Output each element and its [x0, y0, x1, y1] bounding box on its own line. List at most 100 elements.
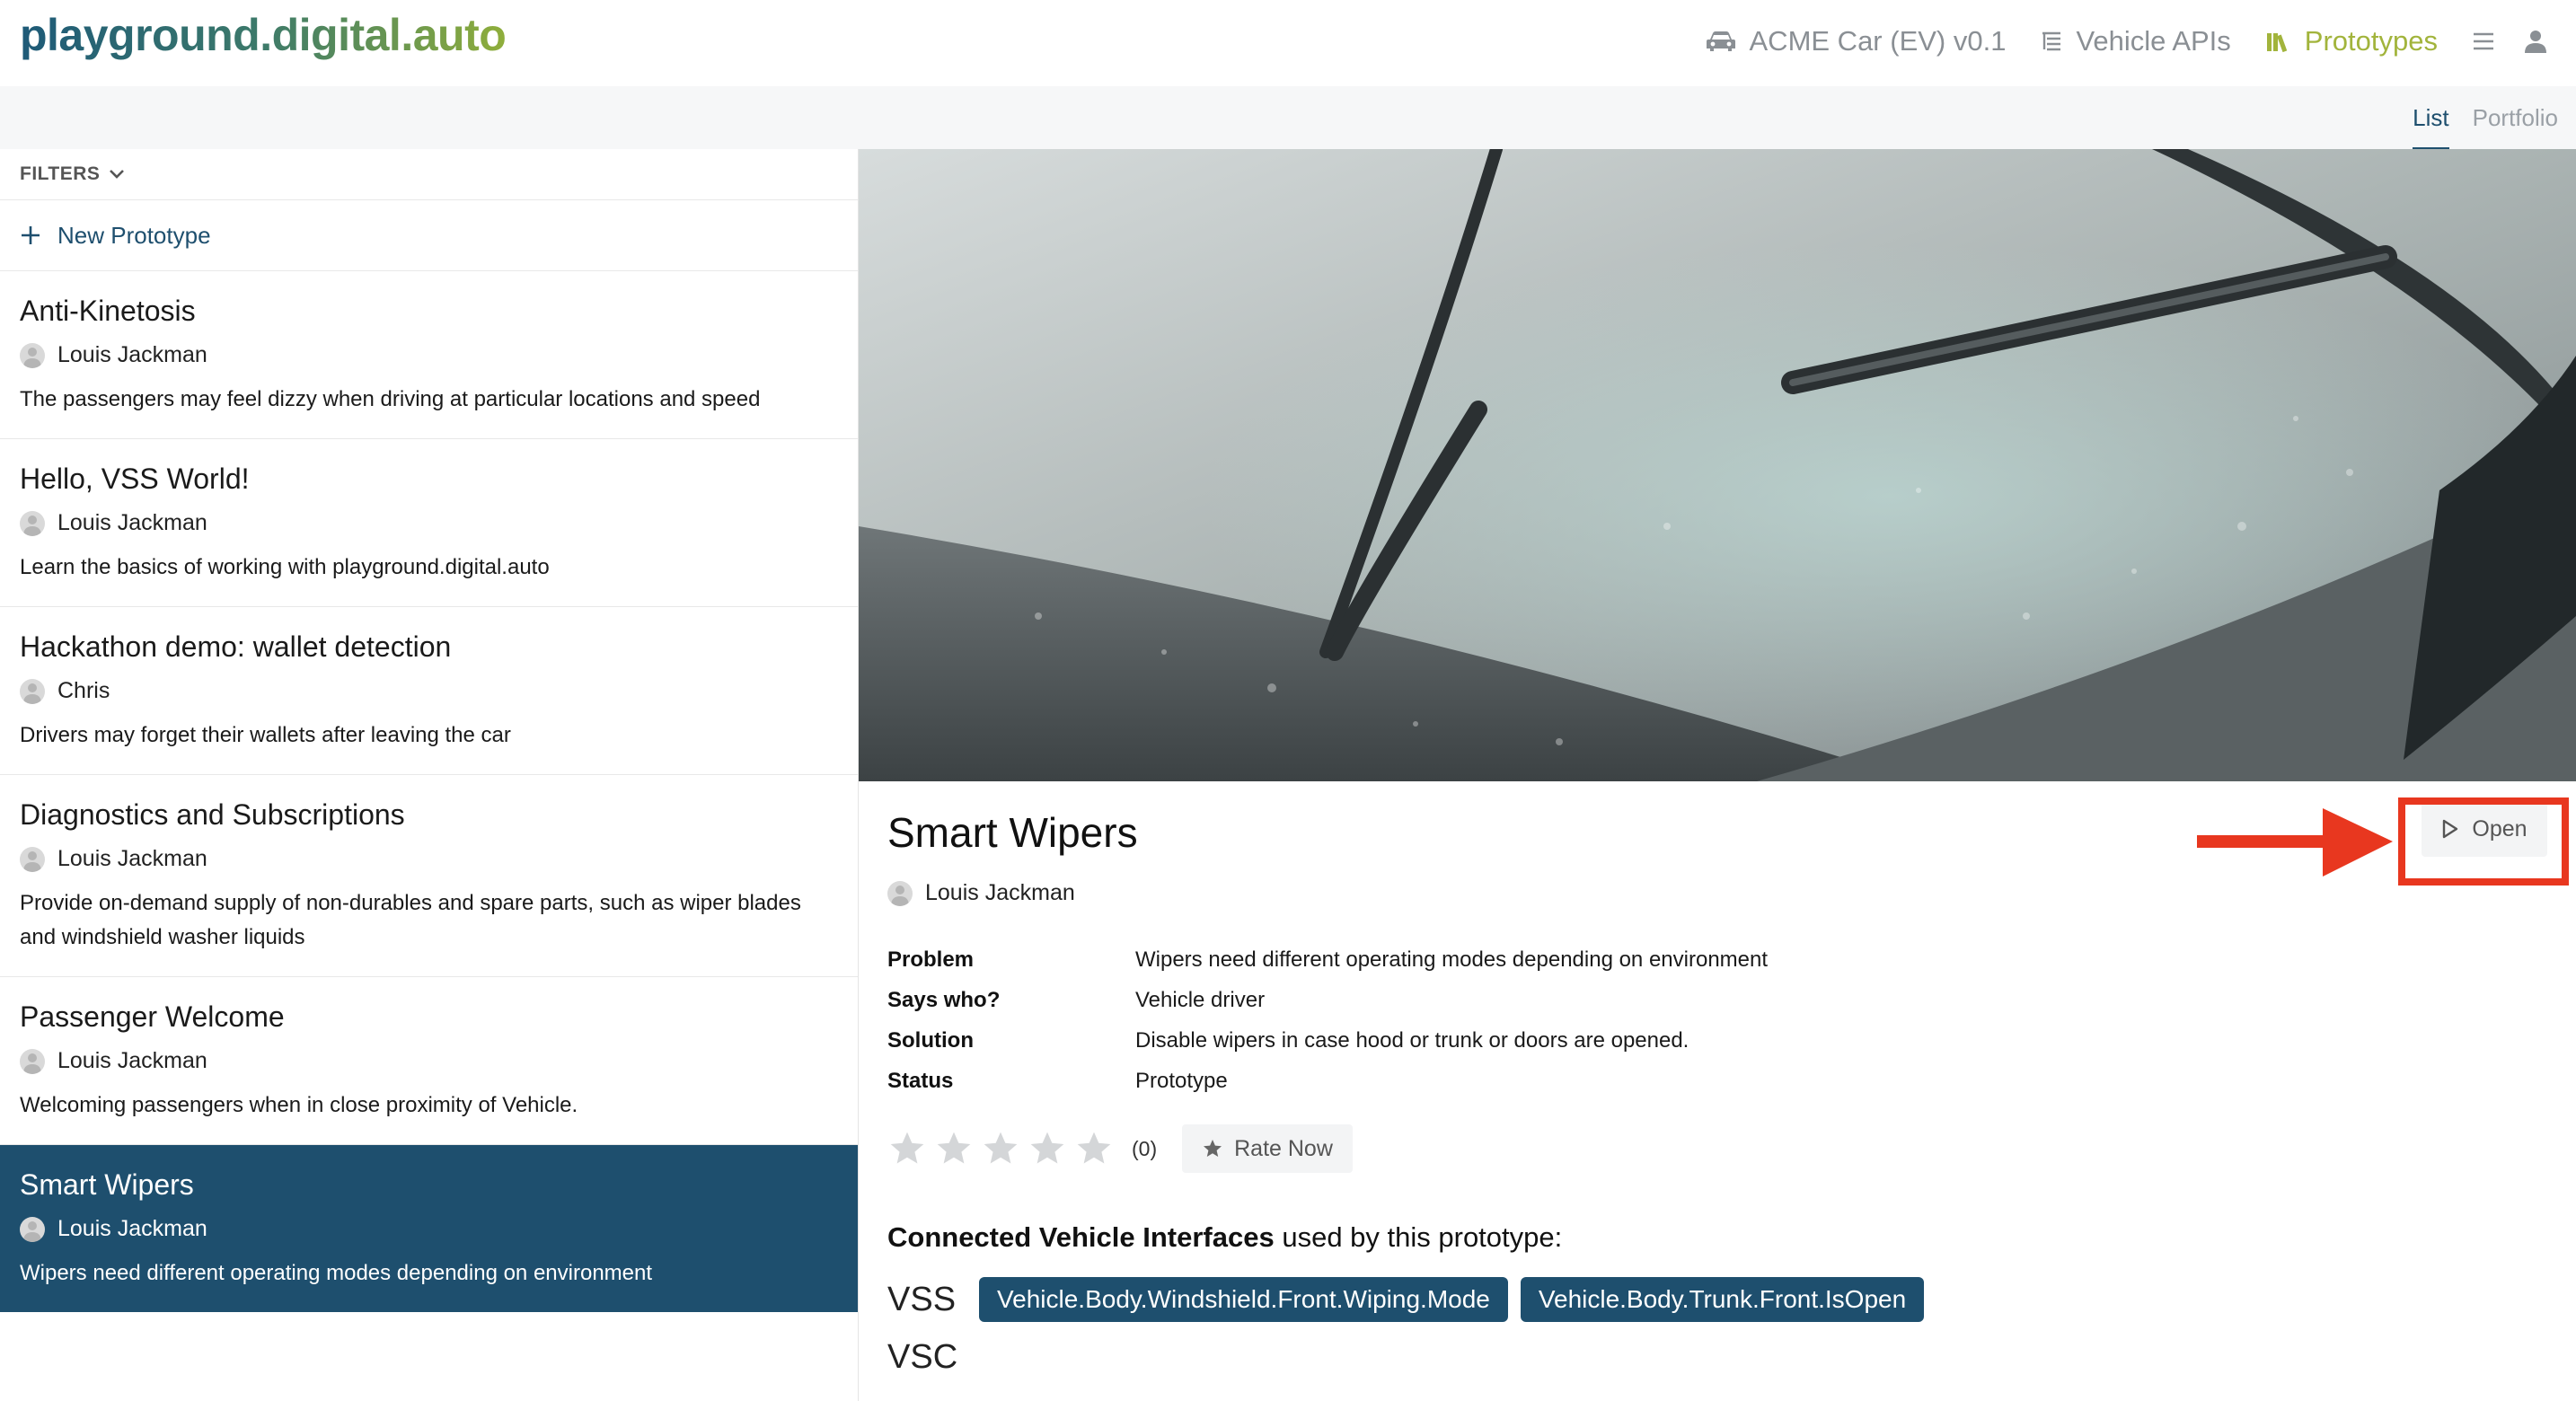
prototype-description: Provide on-demand supply of non-durables…	[20, 891, 801, 949]
avatar-icon	[20, 1048, 45, 1074]
cvi-heading: Connected Vehicle Interfaces used by thi…	[887, 1221, 1562, 1254]
nav-prototypes[interactable]: Prototypes	[2265, 25, 2438, 57]
car-icon	[1705, 29, 1737, 54]
detail-author: Louis Jackman	[887, 880, 1075, 906]
nav-vehicle-apis[interactable]: Vehicle APIs	[2040, 25, 2231, 57]
prototype-list-item[interactable]: Hello, VSS World! Louis Jackman Learn th…	[0, 439, 858, 607]
info-row: Status Prototype	[887, 1061, 1768, 1101]
tab-portfolio[interactable]: Portfolio	[2473, 99, 2558, 137]
site-logo[interactable]: playground.digital.auto	[20, 9, 507, 61]
sub-toolbar	[0, 86, 2576, 149]
nav-model-label: ACME Car (EV) v0.1	[1749, 25, 2007, 57]
nav-model-selector[interactable]: ACME Car (EV) v0.1	[1705, 25, 2007, 57]
new-prototype-button[interactable]: New Prototype	[0, 200, 858, 271]
vsc-label: VSC	[887, 1338, 958, 1376]
star-icon	[1202, 1138, 1223, 1159]
star-icon[interactable]	[1028, 1129, 1067, 1168]
prototype-author: Louis Jackman	[20, 510, 838, 536]
info-value: Vehicle driver	[1135, 987, 1266, 1012]
prototype-list-item[interactable]: Hackathon demo: wallet detection Chris D…	[0, 607, 858, 775]
rate-now-button[interactable]: Rate Now	[1182, 1124, 1353, 1173]
rating-count: (0)	[1132, 1136, 1158, 1160]
star-icon[interactable]	[934, 1129, 974, 1168]
detail-info-table: Problem Wipers need different operating …	[887, 939, 1768, 1101]
prototype-author: Chris	[20, 678, 838, 704]
info-row: Solution Disable wipers in case hood or …	[887, 1020, 1768, 1061]
info-row: Says who? Vehicle driver	[887, 980, 1768, 1020]
star-icon[interactable]	[887, 1129, 927, 1168]
user-icon[interactable]	[2522, 28, 2549, 55]
prototype-description: Learn the basics of working with playgro…	[20, 555, 550, 579]
top-nav: ACME Car (EV) v0.1 Vehicle APIs Prototyp…	[1705, 0, 2576, 83]
info-key: Status	[887, 1068, 954, 1093]
info-key: Says who?	[887, 987, 1001, 1012]
nav-prototypes-label: Prototypes	[2304, 25, 2438, 57]
annotation-arrow-icon	[2197, 808, 2393, 877]
prototype-hero-image	[859, 149, 2576, 781]
prototype-author: Louis Jackman	[20, 1216, 838, 1242]
prototype-description: Wipers need different operating modes de…	[20, 1261, 653, 1285]
prototype-author: Louis Jackman	[20, 846, 838, 872]
cvi-heading-rest: used by this prototype:	[1274, 1221, 1563, 1253]
prototype-author-name: Louis Jackman	[57, 1048, 207, 1073]
prototype-author-name: Louis Jackman	[57, 846, 207, 871]
prototype-list-item[interactable]: Passenger Welcome Louis Jackman Welcomin…	[0, 977, 858, 1145]
prototype-author-name: Louis Jackman	[57, 510, 207, 535]
filters-label: FILTERS	[20, 163, 101, 184]
prototype-title: Hackathon demo: wallet detection	[20, 630, 452, 663]
view-tabs: List Portfolio	[2389, 86, 2558, 150]
info-value: Disable wipers in case hood or trunk or …	[1135, 1027, 1689, 1053]
prototype-author-name: Louis Jackman	[57, 342, 207, 367]
info-row: Problem Wipers need different operating …	[887, 939, 1768, 980]
detail-author-name: Louis Jackman	[925, 880, 1075, 905]
prototype-description: The passengers may feel dizzy when drivi…	[20, 387, 761, 411]
vss-signal-chip[interactable]: Vehicle.Body.Windshield.Front.Wiping.Mod…	[979, 1277, 1508, 1322]
vss-signal-row: VSS Vehicle.Body.Windshield.Front.Wiping…	[887, 1277, 1936, 1322]
avatar-icon	[20, 1216, 45, 1242]
avatar-icon	[20, 678, 45, 704]
menu-icon[interactable]	[2472, 31, 2495, 52]
vsc-signal-row: VSC	[887, 1338, 979, 1377]
info-value: Prototype	[1135, 1068, 1228, 1093]
prototype-description: Drivers may forget their wallets after l…	[20, 723, 511, 747]
prototype-author: Louis Jackman	[20, 1048, 838, 1074]
detail-title: Smart Wipers	[887, 809, 1138, 856]
star-icon[interactable]	[1074, 1129, 1114, 1168]
vss-signal-chip[interactable]: Vehicle.Body.Trunk.Front.IsOpen	[1520, 1277, 1925, 1322]
annotation-highlight-box	[2398, 797, 2569, 886]
avatar-icon	[887, 880, 913, 906]
prototype-author-name: Louis Jackman	[57, 1216, 207, 1241]
prototype-title: Diagnostics and Subscriptions	[20, 798, 405, 831]
plus-icon	[20, 225, 41, 246]
chevron-down-icon	[109, 169, 125, 180]
cvi-heading-bold: Connected Vehicle Interfaces	[887, 1221, 1275, 1253]
prototype-list-item[interactable]: Diagnostics and Subscriptions Louis Jack…	[0, 775, 858, 977]
tree-list-icon	[2040, 30, 2063, 53]
info-value: Wipers need different operating modes de…	[1135, 947, 1769, 972]
windshield-wiper-image	[859, 149, 2576, 781]
library-icon	[2265, 30, 2292, 53]
prototype-author: Louis Jackman	[20, 342, 838, 368]
avatar-icon	[20, 342, 45, 368]
filters-toggle[interactable]: FILTERS	[0, 149, 858, 200]
prototype-title: Passenger Welcome	[20, 1000, 285, 1033]
avatar-icon	[20, 846, 45, 872]
prototype-author-name: Chris	[57, 678, 110, 703]
tab-list[interactable]: List	[2413, 99, 2450, 150]
star-rating[interactable]	[887, 1129, 1121, 1168]
prototype-title: Hello, VSS World!	[20, 463, 250, 495]
prototype-list-item-selected[interactable]: Smart Wipers Louis Jackman Wipers need d…	[0, 1145, 858, 1312]
nav-vehicle-apis-label: Vehicle APIs	[2076, 25, 2231, 57]
avatar-icon	[20, 510, 45, 536]
info-key: Solution	[887, 1027, 974, 1053]
prototype-description: Welcoming passengers when in close proxi…	[20, 1093, 578, 1117]
top-header: playground.digital.auto ACME Car (EV) v0…	[0, 0, 2576, 83]
rate-now-label: Rate Now	[1234, 1135, 1333, 1161]
prototype-title: Anti-Kinetosis	[20, 295, 196, 327]
info-key: Problem	[887, 947, 975, 972]
star-icon[interactable]	[981, 1129, 1020, 1168]
new-prototype-label: New Prototype	[57, 221, 211, 249]
prototype-list-item[interactable]: Anti-Kinetosis Louis Jackman The passeng…	[0, 271, 858, 439]
prototype-sidebar: FILTERS New Prototype Anti-Kinetosis Lou…	[0, 149, 859, 1401]
rating-row: (0) Rate Now	[887, 1124, 1353, 1173]
